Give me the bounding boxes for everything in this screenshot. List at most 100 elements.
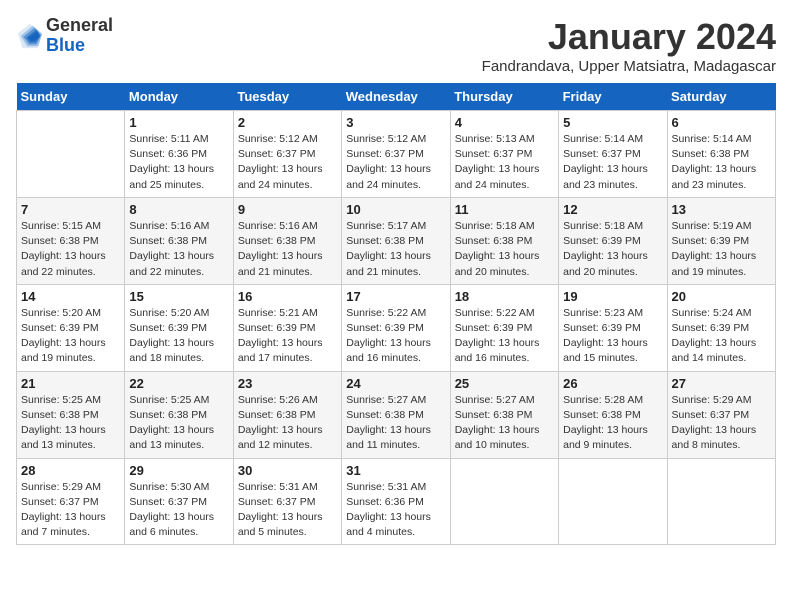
- day-number: 24: [346, 376, 445, 391]
- daylight-text: Daylight: 13 hours: [455, 336, 554, 351]
- sunrise-text: Sunrise: 5:16 AM: [129, 219, 228, 234]
- day-number: 27: [672, 376, 771, 391]
- daylight-text: Daylight: 13 hours: [346, 162, 445, 177]
- calendar-cell: 25Sunrise: 5:27 AMSunset: 6:38 PMDayligh…: [450, 371, 558, 458]
- sunset-text: Sunset: 6:38 PM: [346, 408, 445, 423]
- sunrise-text: Sunrise: 5:14 AM: [672, 132, 771, 147]
- sunrise-text: Sunrise: 5:14 AM: [563, 132, 662, 147]
- day-number: 2: [238, 115, 337, 130]
- calendar-cell: 21Sunrise: 5:25 AMSunset: 6:38 PMDayligh…: [17, 371, 125, 458]
- calendar-cell: 27Sunrise: 5:29 AMSunset: 6:37 PMDayligh…: [667, 371, 775, 458]
- day-sun-info: Sunrise: 5:31 AMSunset: 6:37 PMDaylight:…: [238, 480, 337, 541]
- daylight-text: Daylight: 13 hours: [238, 423, 337, 438]
- day-sun-info: Sunrise: 5:17 AMSunset: 6:38 PMDaylight:…: [346, 219, 445, 280]
- logo-blue-text: Blue: [46, 35, 85, 55]
- daylight-text: Daylight: 13 hours: [563, 423, 662, 438]
- daylight-minutes-text: and 9 minutes.: [563, 438, 662, 453]
- day-number: 12: [563, 202, 662, 217]
- day-number: 28: [21, 463, 120, 478]
- calendar-cell: 11Sunrise: 5:18 AMSunset: 6:38 PMDayligh…: [450, 197, 558, 284]
- sunset-text: Sunset: 6:38 PM: [21, 408, 120, 423]
- sunset-text: Sunset: 6:37 PM: [129, 495, 228, 510]
- calendar-cell: 18Sunrise: 5:22 AMSunset: 6:39 PMDayligh…: [450, 284, 558, 371]
- daylight-minutes-text: and 10 minutes.: [455, 438, 554, 453]
- sunrise-text: Sunrise: 5:27 AM: [346, 393, 445, 408]
- calendar-cell: 28 Sunrise: 5:29 AMSunset: 6:37 PMDayligh…: [17, 458, 125, 545]
- daylight-minutes-text: and 5 minutes.: [238, 525, 337, 540]
- day-number: 17: [346, 289, 445, 304]
- sunrise-text: Sunrise: 5:11 AM: [129, 132, 228, 147]
- calendar-cell: 31Sunrise: 5:31 AMSunset: 6:36 PMDayligh…: [342, 458, 450, 545]
- calendar-cell: 9Sunrise: 5:16 AMSunset: 6:38 PMDaylight…: [233, 197, 341, 284]
- sunset-text: Sunset: 6:36 PM: [346, 495, 445, 510]
- calendar-cell: 17 Sunrise: 5:22 AMSunset: 6:39 PMDayligh…: [342, 284, 450, 371]
- sunrise-text: Sunrise: 5:17 AM: [346, 219, 445, 234]
- sunset-text: Sunset: 6:39 PM: [563, 234, 662, 249]
- daylight-text: Daylight: 13 hours: [21, 423, 120, 438]
- day-sun-info: Sunrise: 5:15 AMSunset: 6:38 PMDaylight:…: [21, 219, 120, 280]
- calendar-cell: 30Sunrise: 5:31 AMSunset: 6:37 PMDayligh…: [233, 458, 341, 545]
- day-number: 26: [563, 376, 662, 391]
- sunset-text: Sunset: 6:36 PM: [129, 147, 228, 162]
- day-number: 16: [238, 289, 337, 304]
- day-sun-info: Sunrise: 5:16 AMSunset: 6:38 PMDaylight:…: [129, 219, 228, 280]
- day-sun-info: Sunrise: 5:12 AMSunset: 6:37 PMDaylight:…: [238, 132, 337, 193]
- day-sun-info: Sunrise: 5:12 AMSunset: 6:37 PMDaylight:…: [346, 132, 445, 193]
- sunset-text: Sunset: 6:37 PM: [238, 495, 337, 510]
- sunrise-text: Sunrise: 5:15 AM: [21, 219, 120, 234]
- calendar-cell: 24Sunrise: 5:27 AMSunset: 6:38 PMDayligh…: [342, 371, 450, 458]
- sunrise-text: Sunrise: 5:31 AM: [238, 480, 337, 495]
- day-sun-info: Sunrise: 5:24 AMSunset: 6:39 PMDaylight:…: [672, 306, 771, 367]
- daylight-text: Daylight: 13 hours: [455, 162, 554, 177]
- logo-icon: [16, 22, 44, 50]
- sunrise-text: Sunrise: 5:25 AM: [129, 393, 228, 408]
- sunrise-text: Sunrise: 5:23 AM: [563, 306, 662, 321]
- weekday-header-friday: Friday: [559, 83, 667, 111]
- calendar-cell: 4Sunrise: 5:13 AMSunset: 6:37 PMDaylight…: [450, 111, 558, 198]
- calendar-cell: 6Sunrise: 5:14 AMSunset: 6:38 PMDaylight…: [667, 111, 775, 198]
- sunrise-text: Sunrise: 5:29 AM: [21, 480, 120, 495]
- sunset-text: Sunset: 6:39 PM: [129, 321, 228, 336]
- daylight-text: Daylight: 13 hours: [238, 162, 337, 177]
- calendar-cell: 15Sunrise: 5:20 AMSunset: 6:39 PMDayligh…: [125, 284, 233, 371]
- day-sun-info: Sunrise: 5:18 AMSunset: 6:38 PMDaylight:…: [455, 219, 554, 280]
- daylight-minutes-text: and 22 minutes.: [21, 265, 120, 280]
- day-sun-info: Sunrise: 5:13 AMSunset: 6:37 PMDaylight:…: [455, 132, 554, 193]
- day-number: 5: [563, 115, 662, 130]
- daylight-minutes-text: and 19 minutes.: [672, 265, 771, 280]
- sunrise-text: Sunrise: 5:20 AM: [129, 306, 228, 321]
- day-sun-info: Sunrise: 5:26 AMSunset: 6:38 PMDaylight:…: [238, 393, 337, 454]
- daylight-minutes-text: and 20 minutes.: [455, 265, 554, 280]
- daylight-minutes-text: and 13 minutes.: [129, 438, 228, 453]
- daylight-minutes-text: and 21 minutes.: [238, 265, 337, 280]
- daylight-minutes-text: and 23 minutes.: [563, 178, 662, 193]
- calendar-week-row: 21Sunrise: 5:25 AMSunset: 6:38 PMDayligh…: [17, 371, 776, 458]
- daylight-minutes-text: and 14 minutes.: [672, 351, 771, 366]
- sunset-text: Sunset: 6:39 PM: [672, 321, 771, 336]
- calendar-cell: 5Sunrise: 5:14 AMSunset: 6:37 PMDaylight…: [559, 111, 667, 198]
- sunset-text: Sunset: 6:38 PM: [563, 408, 662, 423]
- sunset-text: Sunset: 6:37 PM: [455, 147, 554, 162]
- daylight-minutes-text: and 6 minutes.: [129, 525, 228, 540]
- title-block: January 2024 Fandrandava, Upper Matsiatr…: [482, 16, 776, 75]
- daylight-minutes-text: and 19 minutes.: [21, 351, 120, 366]
- sunset-text: Sunset: 6:38 PM: [238, 234, 337, 249]
- day-number: 15: [129, 289, 228, 304]
- daylight-minutes-text: and 8 minutes.: [672, 438, 771, 453]
- sunrise-text: Sunrise: 5:16 AM: [238, 219, 337, 234]
- day-sun-info: Sunrise: 5:29 AMSunset: 6:37 PMDaylight:…: [21, 480, 120, 541]
- daylight-text: Daylight: 13 hours: [346, 249, 445, 264]
- daylight-minutes-text: and 15 minutes.: [563, 351, 662, 366]
- daylight-text: Daylight: 13 hours: [129, 423, 228, 438]
- daylight-minutes-text: and 13 minutes.: [21, 438, 120, 453]
- day-sun-info: Sunrise: 5:27 AMSunset: 6:38 PMDaylight:…: [455, 393, 554, 454]
- sunset-text: Sunset: 6:37 PM: [346, 147, 445, 162]
- daylight-minutes-text: and 16 minutes.: [346, 351, 445, 366]
- sunrise-text: Sunrise: 5:24 AM: [672, 306, 771, 321]
- sunrise-text: Sunrise: 5:19 AM: [672, 219, 771, 234]
- sunrise-text: Sunrise: 5:12 AM: [238, 132, 337, 147]
- day-sun-info: Sunrise: 5:22 AMSunset: 6:39 PMDaylight:…: [346, 306, 445, 367]
- daylight-text: Daylight: 13 hours: [129, 510, 228, 525]
- daylight-text: Daylight: 13 hours: [672, 162, 771, 177]
- sunset-text: Sunset: 6:39 PM: [21, 321, 120, 336]
